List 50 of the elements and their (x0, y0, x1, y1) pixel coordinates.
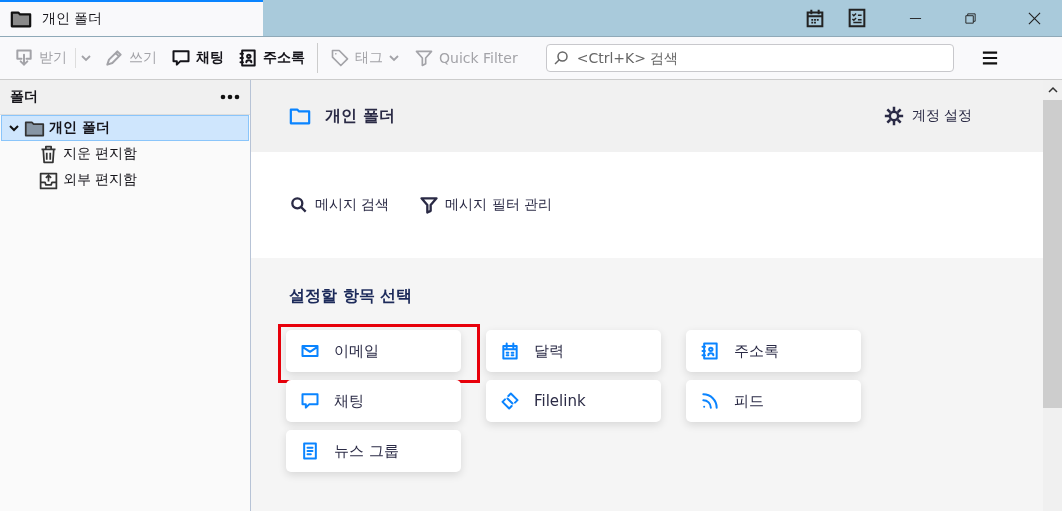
scrollbar[interactable] (1043, 80, 1062, 511)
download-icon (14, 48, 34, 68)
setup-card[interactable]: 뉴스 그룹 (286, 430, 461, 472)
document-icon (300, 441, 320, 461)
folder-title: 개인 폴더 (325, 105, 395, 127)
section-heading: 설정할 항목 선택 (289, 286, 414, 307)
setup-card[interactable]: 이메일 (286, 330, 461, 372)
calendar-icon (500, 341, 520, 361)
chevron-icon[interactable] (8, 122, 20, 134)
sidebar-title: 폴더 (10, 88, 38, 106)
caret-icon (80, 52, 92, 64)
restore-icon[interactable] (964, 11, 977, 25)
toolbar-button[interactable]: 채팅 (165, 44, 230, 72)
setup-card[interactable]: Filelink (486, 380, 661, 422)
filter-icon (419, 195, 440, 215)
link-icon (500, 391, 520, 411)
folder-item[interactable]: 지운 편지함 (1, 141, 249, 167)
menu-icon[interactable] (981, 50, 998, 66)
folder-item[interactable]: 개인 폴더 (1, 115, 249, 141)
filter-icon (414, 48, 434, 68)
scroll-up-icon[interactable] (1046, 86, 1059, 94)
task-list-icon[interactable] (846, 7, 868, 29)
folder-tab[interactable]: 개인 폴더 (0, 0, 263, 36)
address-book-icon (700, 341, 720, 361)
tag-icon (330, 48, 350, 68)
pencil-icon (104, 48, 124, 68)
search-field[interactable]: <Ctrl+K> 검색 (545, 44, 954, 72)
folder-label: 외부 편지함 (63, 171, 138, 189)
folder-label: 지운 편지함 (63, 145, 138, 163)
setup-card[interactable]: 달력 (486, 330, 661, 372)
more-icon[interactable] (220, 94, 240, 100)
close-icon[interactable] (1028, 11, 1041, 25)
speech-bubble-icon (300, 391, 320, 411)
folder-label: 개인 폴더 (49, 119, 110, 137)
action-link[interactable]: 메시지 검색 (289, 195, 390, 215)
folder-icon (289, 105, 311, 127)
speech-bubble-icon (171, 48, 191, 68)
setup-card[interactable]: 주소록 (686, 330, 861, 372)
setup-card[interactable]: 채팅 (286, 380, 461, 422)
account-settings-button[interactable]: 계정 설정 (877, 105, 978, 127)
search-icon (289, 195, 309, 215)
calendar-icon[interactable] (804, 7, 826, 29)
action-link[interactable]: 메시지 필터 관리 (419, 195, 553, 215)
folder-icon (10, 8, 32, 30)
folder-item[interactable]: 외부 편지함 (1, 167, 249, 193)
toolbar-button[interactable]: 주소록 (232, 44, 311, 72)
feed-icon (700, 391, 720, 411)
setup-card[interactable]: 피드 (686, 380, 861, 422)
address-book-icon (238, 48, 258, 68)
gear-icon (883, 106, 904, 126)
